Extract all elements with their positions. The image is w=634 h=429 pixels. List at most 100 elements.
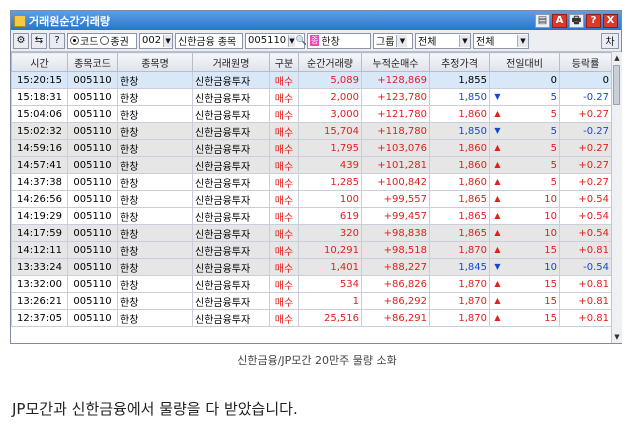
scroll-thumb[interactable] — [613, 65, 620, 105]
broker-value: 신한금융 — [178, 37, 215, 48]
print-icon[interactable]: 🖶 — [569, 13, 584, 28]
cell-broker: 신한금융투자 — [192, 122, 270, 140]
broker-volume-window: 거래원순간거래량 ▤ A 🖶 ? X ⚙ ⇆ ? 코드 종권 002 ▼ 신한금융… — [10, 10, 622, 344]
cell-volume: 3,000 — [298, 105, 362, 123]
cell-rate: -0.27 — [559, 88, 611, 106]
change-value: 5 — [550, 176, 557, 188]
stock-name-field[interactable]: 종 한창 — [307, 32, 371, 49]
cell-time: 14:37:38 — [11, 173, 68, 191]
body-paragraph: JP모간과 신한금융에서 물량을 다 받았습니다. — [12, 400, 298, 418]
search-icon[interactable]: 🔍 — [296, 36, 307, 46]
col-cum[interactable]: 누적순매수 — [361, 52, 430, 72]
table-row[interactable]: 14:17:59 005110 한창 신한금융투자 매수 320 +98,838 1,865 ▲… — [11, 224, 611, 242]
table-row[interactable]: 15:02:32 005110 한창 신한금융투자 매수 15,704 +118,780 1,… — [11, 122, 611, 140]
broker-field[interactable]: 신한금융 종목 — [175, 32, 243, 49]
cell-side: 매수 — [269, 207, 299, 225]
close-icon[interactable]: X — [603, 13, 618, 28]
table-row[interactable]: 14:37:38 005110 한창 신한금융투자 매수 1,285 +100,842 1,8… — [11, 173, 611, 191]
cell-time: 15:18:31 — [11, 88, 68, 106]
chevron-down-icon[interactable]: ▼ — [517, 34, 528, 47]
cell-change: ▲ 10 — [489, 207, 560, 225]
cell-broker: 신한금융투자 — [192, 207, 270, 225]
cell-change: ▲ 10 — [489, 224, 560, 242]
cell-name: 한창 — [117, 122, 193, 140]
table-row[interactable]: 14:59:16 005110 한창 신한금융투자 매수 1,795 +103,076 1,8… — [11, 139, 611, 157]
cell-name: 한창 — [117, 292, 193, 310]
cell-change: ▲ 5 — [489, 156, 560, 174]
radio-stock-label: 종권 — [110, 37, 129, 48]
up-arrow-icon: ▲ — [494, 295, 501, 305]
cell-time: 14:57:41 — [11, 156, 68, 174]
table-row[interactable]: 15:18:31 005110 한창 신한금융투자 매수 2,000 +123,780 1,8… — [11, 88, 611, 106]
up-arrow-icon: ▲ — [494, 193, 501, 203]
col-price[interactable]: 추정가격 — [429, 52, 490, 72]
title-bar[interactable]: 거래원순간거래량 ▤ A 🖶 ? X — [11, 11, 621, 30]
cell-time: 12:37:05 — [11, 309, 68, 327]
cell-cum: +118,780 — [361, 122, 430, 140]
cell-name: 한창 — [117, 275, 193, 293]
cell-volume: 534 — [298, 275, 362, 293]
change-value: 5 — [550, 159, 557, 171]
cell-volume: 25,516 — [298, 309, 362, 327]
layout-icon[interactable]: ▤ — [535, 13, 550, 28]
font-icon[interactable]: A — [552, 13, 567, 28]
table-row[interactable]: 15:20:15 005110 한창 신한금융투자 매수 5,089 +128,869 1,8… — [11, 71, 611, 89]
chevron-down-icon[interactable]: ▼ — [459, 34, 470, 47]
cell-change: ▲ 15 — [489, 309, 560, 327]
table-row[interactable]: 13:26:21 005110 한창 신한금융투자 매수 1 +86,292 1,870 ▲ 15… — [11, 292, 611, 310]
col-change[interactable]: 전일대비 — [489, 52, 560, 72]
cell-price: 1,860 — [429, 105, 490, 123]
chart-button[interactable]: 차 — [601, 32, 619, 49]
radio-stock[interactable] — [100, 36, 110, 45]
scroll-down-icon[interactable]: ▼ — [612, 331, 622, 343]
cell-price: 1,860 — [429, 173, 490, 191]
col-volume[interactable]: 순간거래량 — [298, 52, 362, 72]
chevron-down-icon[interactable]: ▼ — [163, 34, 172, 47]
chevron-down-icon[interactable]: ▼ — [288, 34, 295, 47]
chevron-down-icon[interactable]: ▼ — [396, 34, 408, 47]
help-icon[interactable]: ? — [586, 13, 601, 28]
col-broker[interactable]: 거래원명 — [192, 52, 270, 72]
change-value: 15 — [544, 295, 557, 307]
table-row[interactable]: 14:19:29 005110 한창 신한금융투자 매수 619 +99,457 1,865 ▲… — [11, 207, 611, 225]
info-icon[interactable]: 종 — [310, 35, 320, 46]
help-small-icon[interactable]: ? — [49, 32, 65, 49]
table-row[interactable]: 14:12:11 005110 한창 신한금융투자 매수 10,291 +98,518 1,8… — [11, 241, 611, 259]
col-rate[interactable]: 등락률 — [559, 52, 611, 72]
table-row[interactable]: 15:04:06 005110 한창 신한금융투자 매수 3,000 +121,780 1,8… — [11, 105, 611, 123]
cell-change: ▲ 5 — [489, 105, 560, 123]
table-row[interactable]: 14:26:56 005110 한창 신한금융투자 매수 100 +99,557 1,865 ▲… — [11, 190, 611, 208]
filter1-select[interactable]: 전체 ▼ — [415, 32, 471, 49]
radio-code[interactable] — [70, 36, 79, 45]
cell-rate: -0.54 — [559, 258, 611, 276]
table-row[interactable]: 14:57:41 005110 한창 신한금융투자 매수 439 +101,281 1,860… — [11, 156, 611, 174]
col-time[interactable]: 시간 — [11, 52, 68, 72]
cell-code: 005110 — [67, 71, 118, 89]
cell-code: 005110 — [67, 241, 118, 259]
cell-price: 1,870 — [429, 275, 490, 293]
scroll-up-icon[interactable]: ▲ — [612, 52, 622, 64]
toolbar: ⚙ ⇆ ? 코드 종권 002 ▼ 신한금융 종목 005110 ▼ 🔍 종 한창 그룹… — [11, 30, 621, 52]
col-side[interactable]: 구분 — [269, 52, 299, 72]
cell-volume: 10,291 — [298, 241, 362, 259]
settings-gear-icon[interactable]: ⚙ — [13, 32, 29, 49]
table-row[interactable]: 13:32:00 005110 한창 신한금융투자 매수 534 +86,826 1,870 ▲… — [11, 275, 611, 293]
market-select[interactable]: 002 ▼ — [139, 32, 173, 49]
cell-time: 14:17:59 — [11, 224, 68, 242]
table-row[interactable]: 13:33:24 005110 한창 신한금융투자 매수 1,401 +88,227 1,84… — [11, 258, 611, 276]
swap-icon[interactable]: ⇆ — [31, 32, 47, 49]
cell-price: 1,870 — [429, 309, 490, 327]
cell-volume: 5,089 — [298, 71, 362, 89]
up-arrow-icon: ▲ — [494, 176, 501, 186]
cell-code: 005110 — [67, 275, 118, 293]
col-name[interactable]: 종목명 — [117, 52, 193, 72]
table-row[interactable]: 12:37:05 005110 한창 신한금융투자 매수 25,516 +86,291 1,8… — [11, 309, 611, 327]
group-select[interactable]: 그룹 ▼ — [373, 32, 413, 49]
cell-broker: 신한금융투자 — [192, 156, 270, 174]
col-code[interactable]: 종목코드 — [67, 52, 118, 72]
stock-code-input[interactable]: 005110 ▼ 🔍 — [245, 32, 307, 49]
filter2-select[interactable]: 전체 ▼ — [473, 32, 529, 49]
vertical-scrollbar[interactable]: ▲ ▼ — [611, 52, 622, 343]
cell-price: 1,865 — [429, 190, 490, 208]
cell-price: 1,855 — [429, 71, 490, 89]
